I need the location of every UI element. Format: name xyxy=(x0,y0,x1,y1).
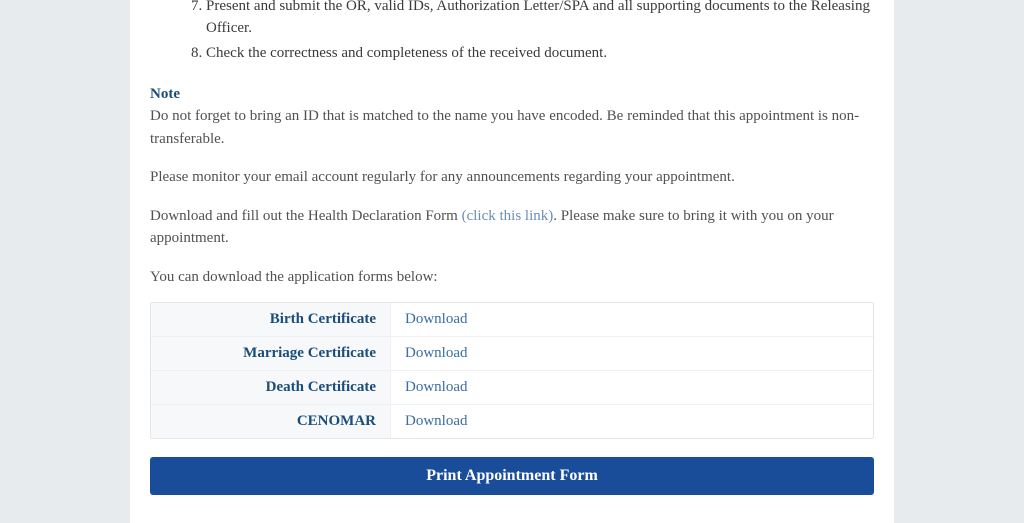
download-link-cenomar[interactable]: Download xyxy=(391,405,482,438)
download-link-marriage[interactable]: Download xyxy=(391,337,482,370)
form-row-birth: Birth Certificate Download xyxy=(151,303,873,337)
note-paragraph: You can download the application forms b… xyxy=(150,266,874,289)
form-label: Birth Certificate xyxy=(151,303,391,336)
note-paragraph: Please monitor your email account regula… xyxy=(150,166,874,189)
form-label: CENOMAR xyxy=(151,405,391,438)
health-declaration-link[interactable]: (click this link) xyxy=(462,208,554,224)
form-label: Marriage Certificate xyxy=(151,337,391,370)
form-row-cenomar: CENOMAR Download xyxy=(151,405,873,438)
instruction-item: Check the correctness and completeness o… xyxy=(206,42,874,65)
content-card: Proceed to the Releasing Area on the sch… xyxy=(130,0,894,523)
form-row-marriage: Marriage Certificate Download xyxy=(151,337,873,371)
download-link-death[interactable]: Download xyxy=(391,371,482,404)
instruction-list: Proceed to the Releasing Area on the sch… xyxy=(150,0,874,64)
form-label: Death Certificate xyxy=(151,371,391,404)
instruction-item: Present and submit the OR, valid IDs, Au… xyxy=(206,0,874,40)
note-paragraph: Download and fill out the Health Declara… xyxy=(150,205,874,250)
note-paragraph: Do not forget to bring an ID that is mat… xyxy=(150,105,874,150)
form-row-death: Death Certificate Download xyxy=(151,371,873,405)
print-appointment-button[interactable]: Print Appointment Form xyxy=(150,457,874,495)
forms-table: Birth Certificate Download Marriage Cert… xyxy=(150,302,874,439)
note-text: Download and fill out the Health Declara… xyxy=(150,208,462,224)
download-link-birth[interactable]: Download xyxy=(391,303,482,336)
note-heading: Note xyxy=(150,86,874,103)
